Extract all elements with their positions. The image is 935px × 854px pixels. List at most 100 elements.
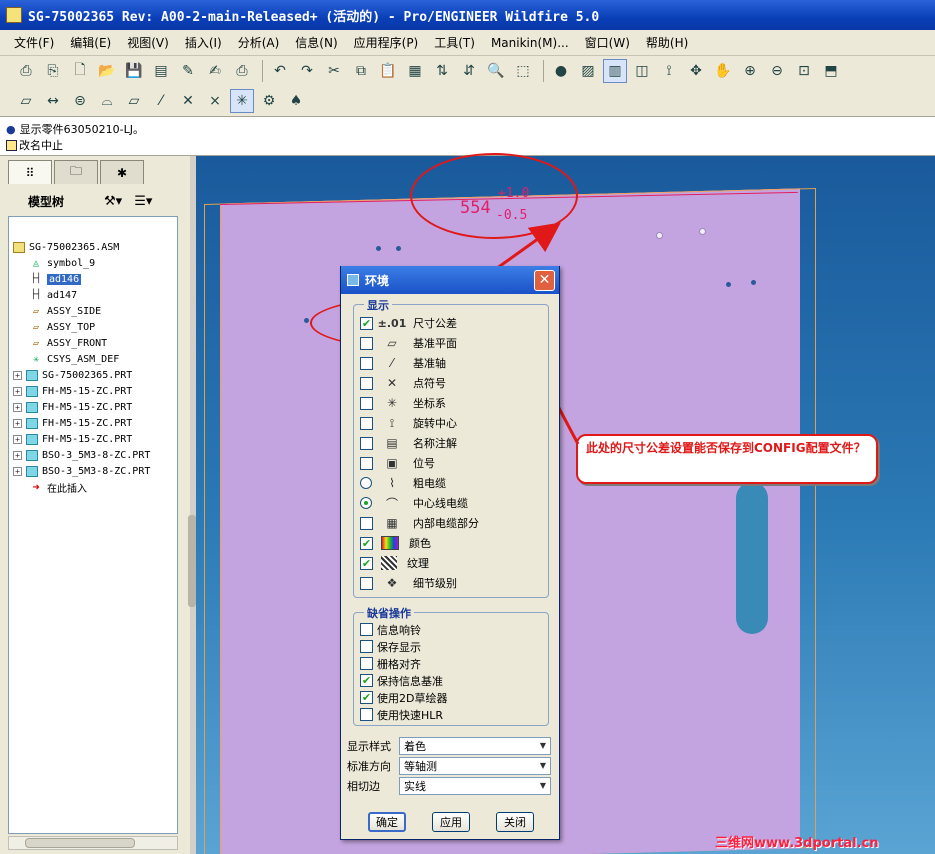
tree-item[interactable]: ▱ ASSY_TOP — [9, 319, 177, 335]
menu-info[interactable]: 信息(N) — [287, 32, 345, 54]
close-button[interactable]: 关闭 — [496, 812, 534, 832]
display-option[interactable]: ❖ 细节级别 — [354, 573, 548, 593]
tree-item[interactable]: + FH-M5-15-ZC.PRT — [9, 383, 177, 399]
spin-center-icon[interactable]: ⟟ — [657, 59, 681, 83]
expand-icon[interactable]: + — [13, 386, 22, 396]
checkbox[interactable] — [360, 576, 373, 590]
menu-window[interactable]: 窗口(W) — [577, 32, 638, 54]
edit-icon[interactable]: ✍ — [203, 59, 227, 83]
refit-icon[interactable]: ⊡ — [792, 59, 816, 83]
show-menu-icon[interactable]: ☰▾ — [134, 194, 152, 209]
checkbox[interactable] — [360, 376, 373, 390]
close-icon[interactable]: ✕ — [534, 270, 555, 291]
checkbox[interactable] — [360, 396, 373, 410]
rename-icon[interactable]: ✎ — [176, 59, 200, 83]
new-file-icon[interactable]: 🗋 — [68, 59, 92, 83]
graphics-window[interactable]: 554 +1.0 -0.5 — [196, 156, 935, 854]
menu-applications[interactable]: 应用程序(P) — [346, 32, 427, 54]
measure-icon[interactable]: ⊜ — [68, 89, 92, 113]
default-option[interactable]: 保存显示 — [354, 638, 548, 655]
display-option[interactable]: ⌒ 中心线电缆 — [354, 493, 548, 513]
tree-item[interactable]: + BSO-3_5M3-8-ZC.PRT — [9, 463, 177, 479]
radio-button[interactable] — [360, 477, 372, 489]
tree-item[interactable]: + SG-75002365.PRT — [9, 367, 177, 383]
menu-manikin[interactable]: Manikin(M)... — [483, 32, 577, 54]
expand-icon[interactable]: + — [13, 402, 22, 412]
tree-item[interactable]: ◬ symbol_9 — [9, 255, 177, 271]
cut-icon[interactable]: ✂ — [322, 59, 346, 83]
tangent-edges-select[interactable]: 实线 ▼ — [399, 777, 551, 795]
checkbox[interactable] — [360, 640, 373, 653]
checkbox[interactable] — [360, 708, 373, 721]
menu-insert[interactable]: 插入(I) — [177, 32, 230, 54]
checkbox[interactable]: ✔ — [360, 316, 373, 330]
datum-plane-tool-icon[interactable]: ▱ — [14, 89, 38, 113]
print-icon[interactable]: ⎙ — [230, 59, 254, 83]
spade-icon[interactable]: ♠ — [284, 89, 308, 113]
orient-mode-icon[interactable]: ✥ — [684, 59, 708, 83]
default-option[interactable]: 使用快速HLR — [354, 706, 548, 723]
checkbox[interactable] — [360, 416, 373, 430]
tree-item[interactable]: + FH-M5-15-ZC.PRT — [9, 415, 177, 431]
zoom-in-icon[interactable]: ⊕ — [738, 59, 762, 83]
default-option[interactable]: 栅格对齐 — [354, 655, 548, 672]
view-manager-icon[interactable]: ◫ — [630, 59, 654, 83]
save-copy-icon[interactable]: ▤ — [149, 59, 173, 83]
checkbox[interactable] — [360, 336, 373, 350]
axis-display-icon[interactable]: ⁄ — [149, 89, 173, 113]
shading-sphere-icon[interactable]: ● — [549, 59, 573, 83]
appearance-icon[interactable]: ▨ — [576, 59, 600, 83]
save-icon[interactable]: 💾 — [122, 59, 146, 83]
checkbox[interactable] — [360, 456, 373, 470]
default-option[interactable]: ✔ 保持信息基准 — [354, 672, 548, 689]
select-box-icon[interactable]: ⬚ — [511, 59, 535, 83]
tab-model-tree[interactable]: ⠿ — [8, 160, 52, 184]
tree-item[interactable]: + FH-M5-15-ZC.PRT — [9, 431, 177, 447]
checkbox[interactable] — [360, 657, 373, 670]
tab-favorites[interactable]: ✱ — [100, 160, 144, 184]
reorient-icon[interactable]: ⬒ — [819, 59, 843, 83]
display-option[interactable]: ✔ 纹理 — [354, 553, 548, 573]
checkbox[interactable] — [360, 436, 373, 450]
display-option[interactable]: ✔ 颜色 — [354, 533, 548, 553]
tree-item[interactable]: ▱ ASSY_FRONT — [9, 335, 177, 351]
regenerate-icon[interactable]: ⇅ — [430, 59, 454, 83]
surface-icon[interactable]: ⌓ — [95, 89, 119, 113]
tree-item[interactable]: + BSO-3_5M3-8-ZC.PRT — [9, 447, 177, 463]
checkbox[interactable] — [360, 623, 373, 636]
expand-icon[interactable]: + — [13, 434, 22, 444]
expand-icon[interactable]: + — [13, 370, 22, 380]
apply-button[interactable]: 应用 — [432, 812, 470, 832]
open-folder-icon[interactable]: 📂 — [95, 59, 119, 83]
redo-icon[interactable]: ↷ — [295, 59, 319, 83]
point-display-2-icon[interactable]: ⨯ — [203, 89, 227, 113]
open-session-icon[interactable]: ⎘ — [41, 59, 65, 83]
point-display-icon[interactable]: ✕ — [176, 89, 200, 113]
regen-manager-icon[interactable]: ⇵ — [457, 59, 481, 83]
tree-item[interactable]: ▱ ASSY_SIDE — [9, 303, 177, 319]
pan-hand-icon[interactable]: ✋ — [711, 59, 735, 83]
tree-item[interactable]: ➜ 在此插入 — [9, 479, 177, 495]
display-style-select[interactable]: 着色 ▼ — [399, 737, 551, 755]
menu-edit[interactable]: 编辑(E) — [62, 32, 119, 54]
horizontal-scrollbar[interactable] — [8, 836, 178, 850]
model-tree[interactable]: SG-75002365.ASM ◬ symbol_9 ├┤ ad146 ├┤ ad147 ▱ A… — [8, 216, 178, 834]
expand-icon[interactable]: + — [13, 418, 22, 428]
display-option[interactable]: ⟟ 旋转中心 — [354, 413, 548, 433]
checkbox[interactable] — [360, 516, 373, 530]
tree-item[interactable]: SG-75002365.ASM — [9, 239, 177, 255]
display-option[interactable]: ✔ ±.01 尺寸公差 — [354, 313, 548, 333]
display-option[interactable]: ✳ 坐标系 — [354, 393, 548, 413]
display-option[interactable]: ✕ 点符号 — [354, 373, 548, 393]
display-option[interactable]: ⁄ 基准轴 — [354, 353, 548, 373]
find-icon[interactable]: 🔍 — [484, 59, 508, 83]
menu-help[interactable]: 帮助(H) — [638, 32, 696, 54]
zoom-out-icon[interactable]: ⊖ — [765, 59, 789, 83]
checkbox[interactable]: ✔ — [360, 536, 373, 550]
csys-display-icon[interactable]: ✳ — [230, 89, 254, 113]
menu-analysis[interactable]: 分析(A) — [230, 32, 288, 54]
checkbox[interactable]: ✔ — [360, 691, 373, 704]
tree-item[interactable]: ✳ CSYS_ASM_DEF — [9, 351, 177, 367]
settings-icon[interactable]: ⚒▾ — [104, 194, 122, 209]
radio-button[interactable] — [360, 497, 372, 509]
